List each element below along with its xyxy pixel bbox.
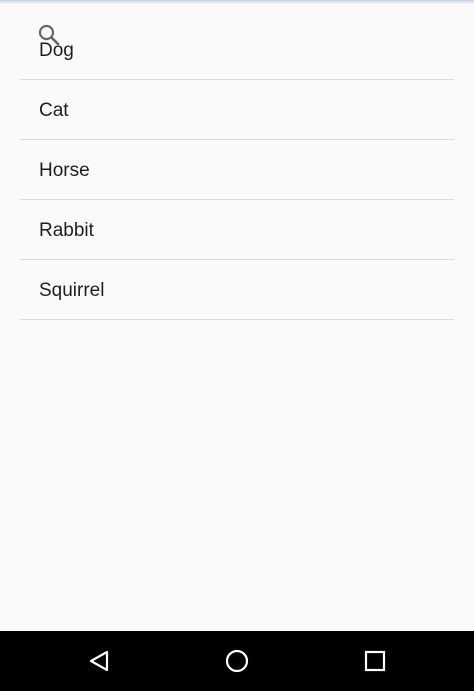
list-item[interactable]: Dog (20, 20, 454, 80)
top-shadow (0, 0, 474, 4)
list-item[interactable]: Horse (20, 140, 454, 200)
list-item[interactable]: Rabbit (20, 200, 454, 260)
list-item-label: Horse (39, 160, 90, 181)
back-button[interactable] (69, 631, 129, 691)
animal-list: Dog Cat Horse Rabbit Squirrel (20, 20, 454, 320)
home-button[interactable] (207, 631, 267, 691)
list-item-label: Rabbit (39, 220, 94, 241)
list-item-label: Squirrel (39, 280, 105, 301)
navigation-bar (0, 631, 474, 691)
search-icon[interactable] (37, 23, 61, 47)
list-item[interactable]: Cat (20, 80, 454, 140)
list-item-label: Cat (39, 100, 69, 121)
list-item[interactable]: Squirrel (20, 260, 454, 320)
screen: Dog Cat Horse Rabbit Squirrel (0, 0, 474, 691)
recents-button[interactable] (345, 631, 405, 691)
